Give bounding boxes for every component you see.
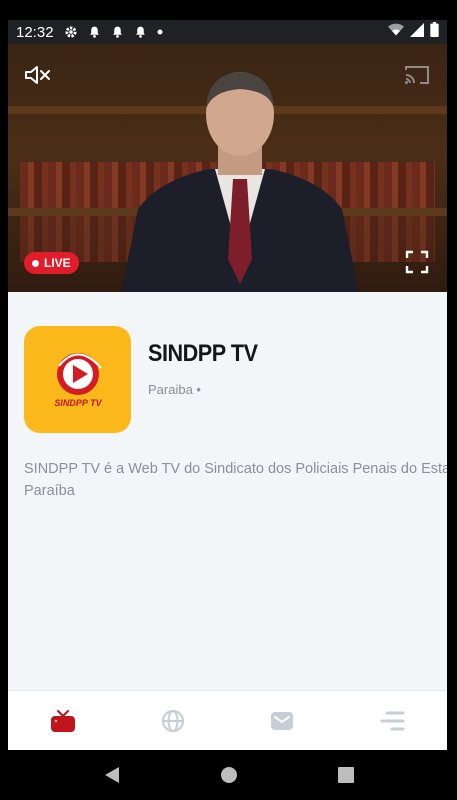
nav-item-mail[interactable] [228, 691, 338, 750]
status-system-icons [388, 22, 439, 42]
status-time: 12:32 [16, 23, 54, 41]
fullscreen-icon[interactable] [405, 250, 429, 274]
status-notification-icons [64, 25, 163, 39]
battery-icon [430, 22, 439, 42]
bottom-nav [8, 690, 447, 750]
gear-icon [64, 25, 78, 39]
channel-logo: SINDPP TV [24, 326, 131, 433]
bell-icon [134, 25, 147, 39]
cast-icon[interactable] [404, 65, 430, 85]
menu-icon [380, 711, 405, 730]
live-badge: LIVE [24, 252, 79, 274]
mail-icon [271, 711, 294, 730]
channel-subtitle: Paraiba • [148, 382, 201, 397]
signal-icon [410, 22, 424, 42]
video-player[interactable]: LIVE [8, 44, 447, 292]
status-bar: 12:32 [8, 20, 447, 44]
globe-icon [161, 709, 184, 732]
sindpp-logo-icon: SINDPP TV [54, 352, 102, 408]
channel-details: SINDPP TV SINDPP TV Paraiba • SINDPP TV … [8, 292, 447, 690]
dot-icon [157, 29, 163, 35]
nav-item-tv[interactable] [8, 691, 118, 750]
tv-icon [50, 709, 75, 732]
presenter-figure [121, 72, 359, 292]
bell-icon [111, 25, 124, 39]
channel-title: SINDPP TV [148, 340, 258, 367]
bell-icon [88, 25, 101, 39]
wifi-icon [388, 23, 404, 42]
system-nav-bar [0, 750, 457, 800]
home-icon[interactable] [220, 766, 238, 784]
recents-icon[interactable] [337, 767, 354, 783]
back-icon[interactable] [104, 766, 120, 784]
nav-item-globe[interactable] [118, 691, 228, 750]
live-label: LIVE [44, 256, 71, 270]
volume-mute-icon[interactable] [24, 64, 52, 86]
live-dot-icon [32, 259, 39, 267]
svg-text:SINDPP TV: SINDPP TV [54, 398, 102, 408]
nav-item-menu[interactable] [337, 691, 447, 750]
channel-description: SINDPP TV é a Web TV do Sindicato dos Po… [24, 461, 447, 499]
